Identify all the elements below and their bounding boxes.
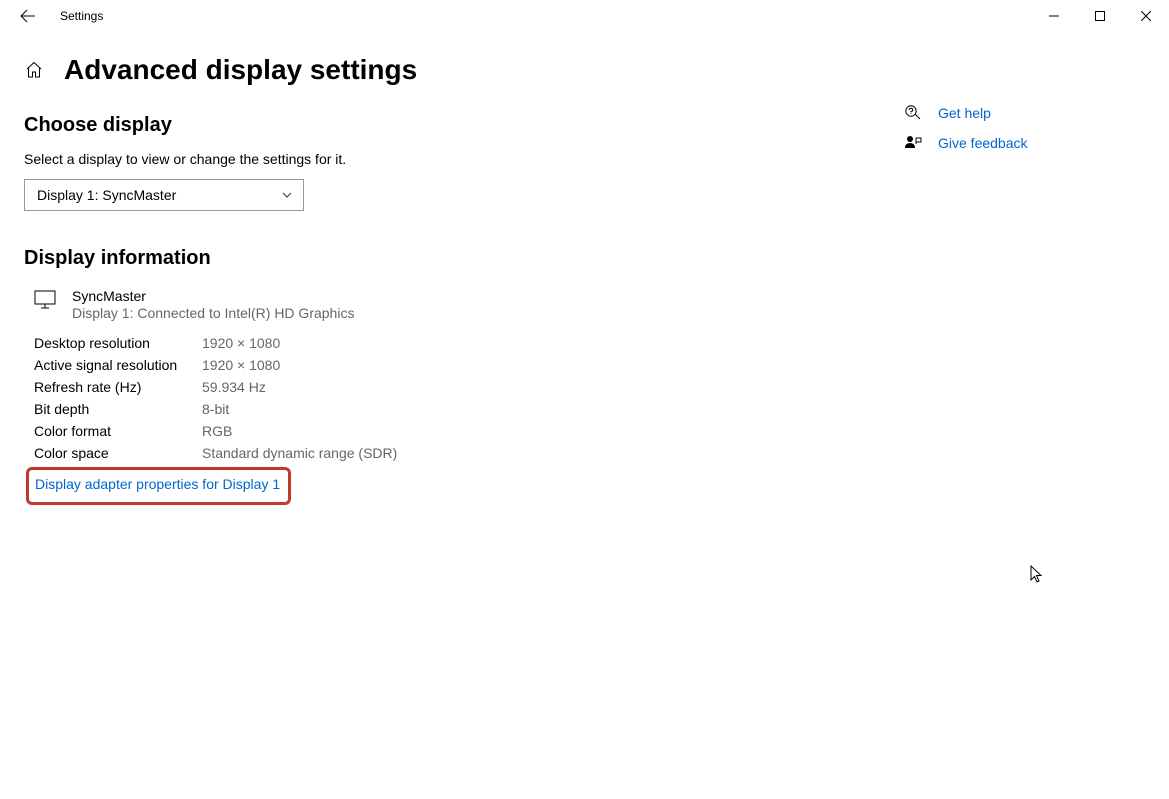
info-label: Bit depth	[34, 401, 202, 417]
minimize-button[interactable]	[1031, 0, 1077, 32]
info-value: RGB	[202, 423, 874, 439]
titlebar-title: Settings	[60, 9, 103, 23]
get-help-link[interactable]: Get help	[938, 105, 991, 121]
maximize-icon	[1095, 11, 1105, 21]
back-arrow-icon	[20, 8, 36, 24]
info-label: Color space	[34, 445, 202, 461]
back-button[interactable]	[16, 4, 40, 28]
chevron-down-icon	[281, 189, 293, 201]
cursor-icon	[1030, 565, 1044, 585]
titlebar: Settings	[0, 0, 1169, 32]
info-value: 8-bit	[202, 401, 874, 417]
home-button[interactable]	[24, 61, 44, 79]
info-value: 59.934 Hz	[202, 379, 874, 395]
info-value: Standard dynamic range (SDR)	[202, 445, 874, 461]
monitor-subtitle: Display 1: Connected to Intel(R) HD Grap…	[72, 305, 354, 321]
display-information-heading: Display information	[24, 247, 874, 270]
content-wrapper: Advanced display settings Choose display…	[0, 32, 1169, 505]
home-icon	[25, 61, 43, 79]
page-title: Advanced display settings	[64, 54, 417, 86]
monitor-icon	[34, 290, 56, 315]
display-info-table: Desktop resolution 1920 × 1080 Active si…	[24, 335, 874, 461]
display-info-header: SyncMaster Display 1: Connected to Intel…	[24, 288, 874, 321]
info-label: Desktop resolution	[34, 335, 202, 351]
info-label: Refresh rate (Hz)	[34, 379, 202, 395]
page-header: Advanced display settings	[24, 54, 874, 86]
minimize-icon	[1049, 11, 1059, 21]
dropdown-selected-value: Display 1: SyncMaster	[37, 187, 176, 203]
display-select-dropdown[interactable]: Display 1: SyncMaster	[24, 179, 304, 211]
get-help-icon	[904, 104, 922, 122]
give-feedback-link[interactable]: Give feedback	[938, 135, 1028, 151]
info-value: 1920 × 1080	[202, 357, 874, 373]
close-button[interactable]	[1123, 0, 1169, 32]
window-controls	[1031, 0, 1169, 32]
monitor-name: SyncMaster	[72, 288, 354, 304]
adapter-link-highlight: Display adapter properties for Display 1	[26, 467, 291, 505]
maximize-button[interactable]	[1077, 0, 1123, 32]
get-help-row: Get help	[904, 104, 1028, 122]
info-label: Color format	[34, 423, 202, 439]
choose-display-heading: Choose display	[24, 114, 874, 137]
close-icon	[1141, 11, 1151, 21]
choose-display-description: Select a display to view or change the s…	[24, 151, 874, 167]
give-feedback-row: Give feedback	[904, 134, 1028, 152]
display-adapter-properties-link[interactable]: Display adapter properties for Display 1	[35, 476, 280, 492]
info-label: Active signal resolution	[34, 357, 202, 373]
main-column: Advanced display settings Choose display…	[24, 54, 874, 505]
side-column: Get help Give feedback	[904, 54, 1028, 505]
feedback-icon	[904, 134, 922, 152]
info-value: 1920 × 1080	[202, 335, 874, 351]
